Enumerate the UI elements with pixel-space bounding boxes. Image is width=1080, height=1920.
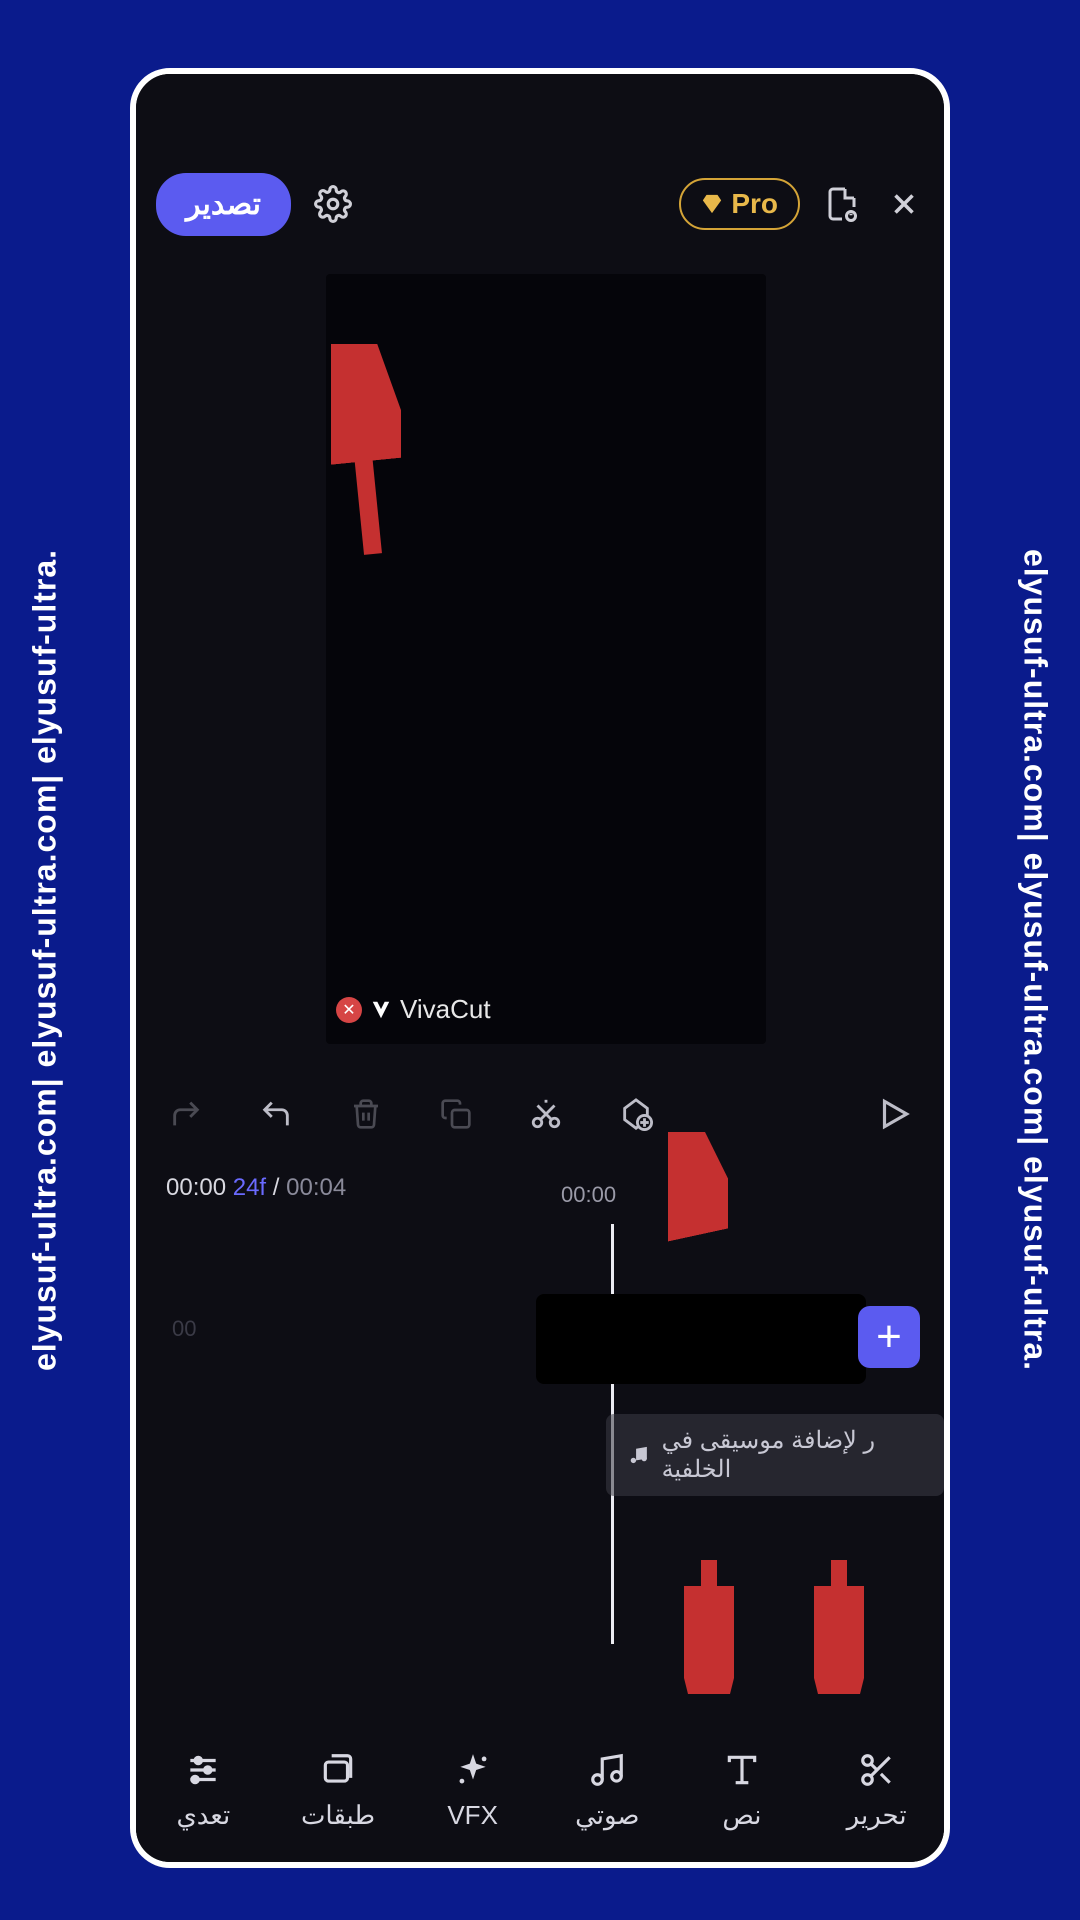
- diamond-icon: [701, 193, 723, 215]
- add-background-music-hint[interactable]: ر لإضافة موسيقى في الخلفية: [606, 1414, 944, 1496]
- tab-vfx[interactable]: VFX: [413, 1748, 533, 1831]
- layers-icon: [316, 1748, 360, 1792]
- tab-adjust[interactable]: تعدي: [143, 1748, 263, 1831]
- copy-icon: [436, 1094, 476, 1134]
- time-readout: 00:00 24f / 00:04: [166, 1174, 346, 1202]
- layer-label-faint: 00: [172, 1316, 196, 1342]
- remove-watermark-icon[interactable]: ✕: [336, 997, 362, 1023]
- redo-icon: [166, 1094, 206, 1134]
- play-icon[interactable]: [874, 1094, 914, 1134]
- frame-count: 24f: [233, 1174, 266, 1201]
- music-note-icon: [628, 1443, 650, 1467]
- help-doc-icon[interactable]: [822, 184, 862, 224]
- tab-audio[interactable]: صوتي: [547, 1748, 667, 1831]
- scissors-icon: [855, 1748, 899, 1792]
- close-icon[interactable]: [884, 184, 924, 224]
- tab-text-label: نص: [722, 1800, 761, 1831]
- ruler-tick-label: 00:00: [561, 1182, 616, 1208]
- video-preview[interactable]: [326, 274, 766, 1044]
- pro-badge[interactable]: Pro: [679, 178, 800, 230]
- app-watermark-chip[interactable]: ✕ VivaCut: [336, 994, 491, 1025]
- music-icon: [585, 1748, 629, 1792]
- music-hint-label: ر لإضافة موسيقى في الخلفية: [662, 1426, 922, 1484]
- text-icon: [720, 1748, 764, 1792]
- video-clip[interactable]: [536, 1294, 866, 1384]
- undo-icon[interactable]: [256, 1094, 296, 1134]
- time-separator: /: [273, 1174, 280, 1201]
- tab-audio-label: صوتي: [575, 1800, 639, 1831]
- tab-text[interactable]: نص: [682, 1748, 802, 1831]
- current-time: 00:00: [166, 1174, 226, 1201]
- export-button[interactable]: تصدير: [156, 173, 291, 236]
- delete-icon: [346, 1094, 386, 1134]
- tab-edit[interactable]: تحرير: [817, 1748, 937, 1831]
- add-clip-button[interactable]: +: [858, 1306, 920, 1368]
- sparkle-icon: [451, 1748, 495, 1792]
- tab-adjust-label: تعدي: [176, 1800, 230, 1831]
- total-time: 00:04: [286, 1174, 346, 1201]
- tab-edit-label: تحرير: [847, 1800, 907, 1831]
- phone-frame: تصدير Pro ✕ VivaCut: [130, 68, 950, 1868]
- app-watermark-label: VivaCut: [400, 994, 491, 1025]
- settings-icon[interactable]: [313, 184, 353, 224]
- app-screen: تصدير Pro ✕ VivaCut: [136, 74, 944, 1862]
- top-toolbar: تصدير Pro: [136, 164, 944, 244]
- vivacut-logo-icon: [370, 999, 392, 1021]
- tab-layers-label: طبقات: [301, 1800, 375, 1831]
- pro-label: Pro: [731, 188, 778, 220]
- watermark-text-right: elyusuf-ultra.com| elyusuf-ultra.com| el…: [990, 0, 1080, 1920]
- timeline[interactable]: 00 + ر لإضافة موسيقى في الخلفية: [136, 1224, 944, 1704]
- bottom-tabs: تعدي طبقات VFX صوتي: [136, 1724, 944, 1854]
- tab-vfx-label: VFX: [447, 1800, 498, 1831]
- sliders-icon: [181, 1748, 225, 1792]
- watermark-text-left: elyusuf-ultra.com| elyusuf-ultra.com| el…: [0, 0, 90, 1920]
- edit-toolbar: [136, 1084, 944, 1144]
- tab-layers[interactable]: طبقات: [278, 1748, 398, 1831]
- split-icon[interactable]: [526, 1094, 566, 1134]
- add-keyframe-icon[interactable]: [616, 1094, 656, 1134]
